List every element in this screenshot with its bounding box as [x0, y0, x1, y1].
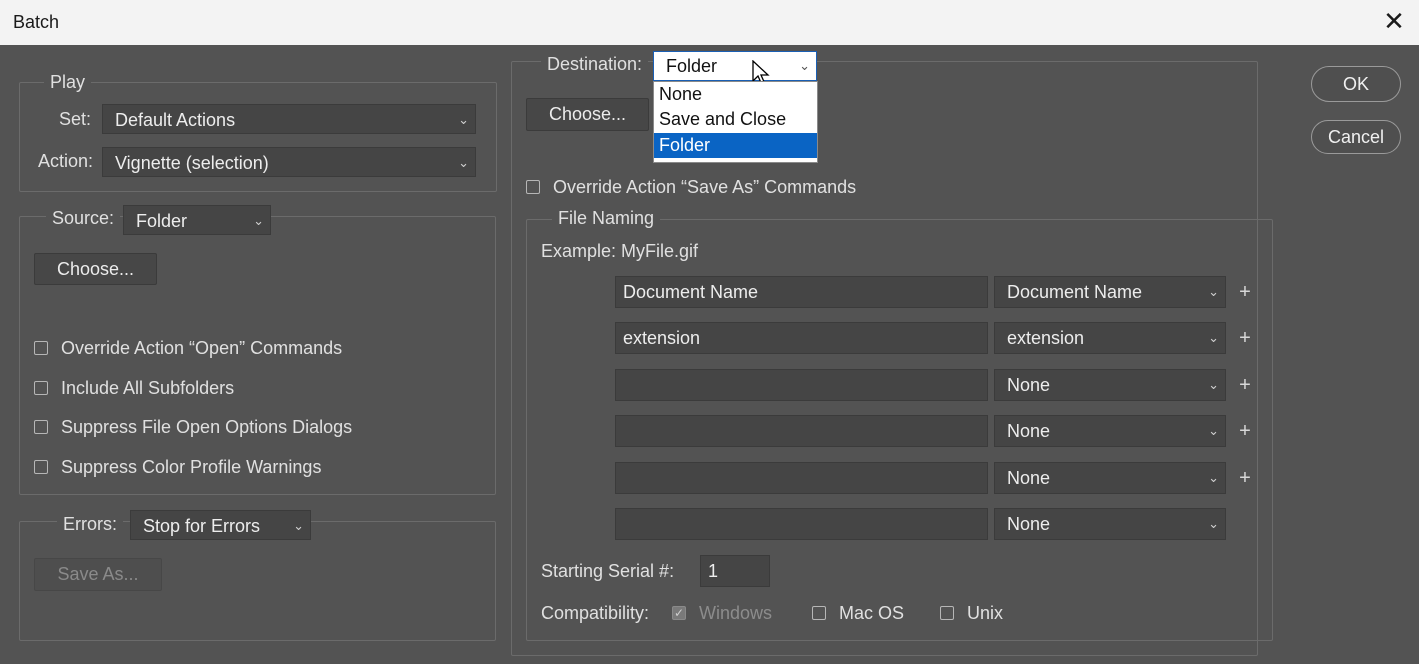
naming-field-1[interactable]: Document Name [615, 276, 988, 308]
naming-select-5-value: None [1007, 468, 1051, 488]
chevron-down-icon: ⌄ [1208, 330, 1219, 345]
chevron-down-icon: ⌄ [1208, 423, 1219, 438]
naming-select-2[interactable]: extension ⌄ [994, 322, 1226, 354]
set-select-value: Default Actions [115, 110, 236, 130]
naming-select-1-value: Document Name [1007, 282, 1143, 302]
override-open-label: Override Action “Open” Commands [61, 338, 343, 358]
destination-option-folder[interactable]: Folder [654, 133, 817, 158]
override-open-checkbox[interactable] [34, 341, 48, 355]
suppress-color-warnings-label: Suppress Color Profile Warnings [61, 457, 322, 477]
include-subfolders-label: Include All Subfolders [61, 378, 235, 398]
chevron-down-icon: ⌄ [458, 112, 469, 127]
set-select[interactable]: Default Actions ⌄ [102, 104, 476, 134]
source-select[interactable]: Folder ⌄ [123, 205, 271, 235]
action-select-value: Vignette (selection) [115, 153, 269, 173]
override-save-as-label: Override Action “Save As” Commands [553, 177, 857, 197]
destination-option-save-and-close[interactable]: Save and Close [654, 107, 817, 132]
errors-select[interactable]: Stop for Errors ⌄ [130, 510, 311, 540]
chevron-down-icon: ⌄ [1208, 470, 1219, 485]
source-choose-button[interactable]: Choose... [34, 253, 157, 285]
naming-select-4[interactable]: None ⌄ [994, 415, 1226, 447]
naming-field-6[interactable] [615, 508, 988, 540]
naming-select-5[interactable]: None ⌄ [994, 462, 1226, 494]
destination-select[interactable]: Folder ⌄ [653, 51, 817, 81]
source-label: Source: [46, 208, 121, 229]
close-icon[interactable]: ✕ [1382, 8, 1406, 34]
play-legend: Play [44, 72, 92, 93]
cancel-button[interactable]: Cancel [1311, 120, 1401, 154]
ok-button[interactable]: OK [1311, 66, 1401, 102]
action-label: Action: [38, 151, 94, 171]
source-select-value: Folder [136, 211, 188, 231]
compatibility-label: Compatibility: [541, 603, 650, 623]
naming-select-6[interactable]: None ⌄ [994, 508, 1226, 540]
serial-label: Starting Serial #: [541, 561, 675, 581]
add-row-4-icon[interactable]: + [1235, 420, 1255, 443]
chevron-down-icon: ⌄ [253, 213, 264, 228]
windows-checkbox[interactable]: ✓ [672, 606, 686, 620]
add-row-3-icon[interactable]: + [1235, 374, 1255, 397]
add-row-2-icon[interactable]: + [1235, 327, 1255, 350]
suppress-open-dialogs-checkbox[interactable] [34, 420, 48, 434]
naming-select-4-value: None [1007, 421, 1051, 441]
naming-field-4[interactable] [615, 415, 988, 447]
title-bar: Batch ✕ [0, 0, 1419, 45]
mac-os-checkbox[interactable] [812, 606, 826, 620]
naming-select-3-value: None [1007, 375, 1051, 395]
window-title: Batch [13, 12, 60, 32]
destination-option-none[interactable]: None [654, 82, 817, 107]
chevron-down-icon: ⌄ [1208, 516, 1219, 531]
destination-dropdown-list: None Save and Close Folder [653, 81, 818, 163]
chevron-down-icon: ⌄ [1208, 377, 1219, 392]
chevron-down-icon: ⌄ [1208, 284, 1219, 299]
naming-field-5[interactable] [615, 462, 988, 494]
add-row-1-icon[interactable]: + [1235, 281, 1255, 304]
suppress-color-warnings-checkbox[interactable] [34, 460, 48, 474]
unix-label: Unix [967, 603, 1004, 623]
destination-label: Destination: [541, 54, 649, 75]
suppress-open-dialogs-label: Suppress File Open Options Dialogs [61, 417, 353, 437]
include-subfolders-checkbox[interactable] [34, 381, 48, 395]
chevron-down-icon: ⌄ [293, 518, 304, 533]
file-naming-legend: File Naming [552, 208, 661, 229]
chevron-down-icon: ⌄ [799, 58, 810, 73]
save-as-button[interactable]: Save As... [34, 558, 162, 591]
mac-os-label: Mac OS [839, 603, 905, 623]
naming-field-3[interactable] [615, 369, 988, 401]
chevron-down-icon: ⌄ [458, 155, 469, 170]
naming-select-1[interactable]: Document Name ⌄ [994, 276, 1226, 308]
add-row-5-icon[interactable]: + [1235, 467, 1255, 490]
naming-select-6-value: None [1007, 514, 1051, 534]
set-label: Set: [59, 109, 92, 129]
windows-label: Windows [699, 603, 773, 623]
override-save-as-checkbox[interactable] [526, 180, 540, 194]
destination-choose-button[interactable]: Choose... [526, 98, 649, 131]
unix-checkbox[interactable] [940, 606, 954, 620]
file-naming-example: Example: MyFile.gif [541, 241, 699, 261]
errors-label: Errors: [57, 514, 123, 535]
errors-select-value: Stop for Errors [143, 516, 261, 536]
naming-select-3[interactable]: None ⌄ [994, 369, 1226, 401]
naming-field-2[interactable]: extension [615, 322, 988, 354]
serial-input[interactable]: 1 [700, 555, 770, 587]
destination-select-value: Folder [666, 56, 718, 76]
action-select[interactable]: Vignette (selection) ⌄ [102, 147, 476, 177]
naming-select-2-value: extension [1007, 328, 1085, 348]
